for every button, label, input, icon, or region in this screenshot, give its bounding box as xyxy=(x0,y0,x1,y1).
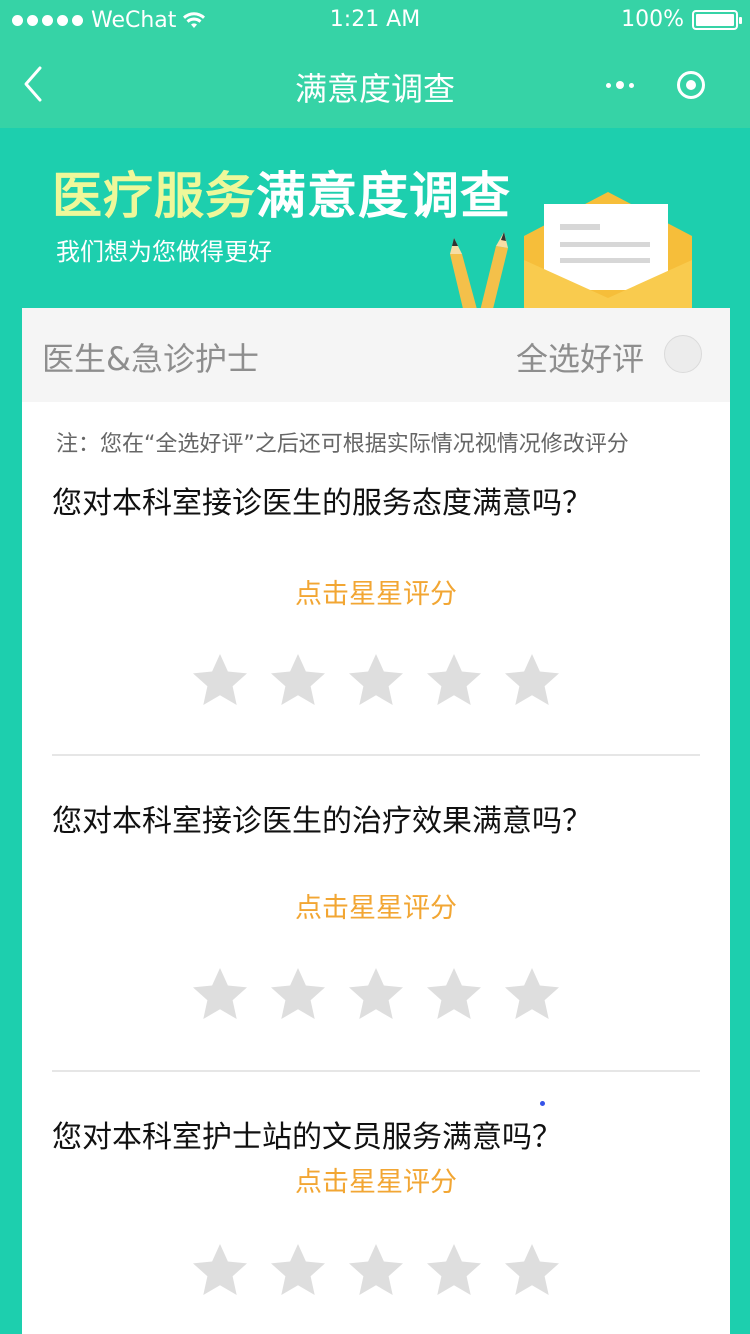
more-menu-button[interactable] xyxy=(584,62,655,108)
close-miniprogram-button[interactable] xyxy=(655,62,726,108)
miniprogram-capsule xyxy=(584,62,726,108)
star-rating[interactable] xyxy=(52,964,700,1028)
question-block: 您对本科室接诊医生的治疗效果满意吗？ 点击星星评分 xyxy=(52,796,700,1019)
star-icon[interactable] xyxy=(266,1240,330,1304)
target-icon xyxy=(676,71,705,99)
more-dot-icon xyxy=(628,82,634,88)
banner-subtitle: 我们想为您做得更好 xyxy=(56,238,272,266)
survey-banner: 医疗服务满意度调查 我们想为您做得更好 xyxy=(0,128,750,313)
divider xyxy=(52,1070,700,1072)
star-icon[interactable] xyxy=(500,1240,564,1304)
question-text: 您对本科室接诊医生的服务态度满意吗？ xyxy=(52,486,592,521)
banner-title-highlight: 医疗服务 xyxy=(52,167,256,225)
envelope-icon xyxy=(524,192,692,313)
status-bar: WeChat 1:21 AM 100% xyxy=(0,0,750,40)
rating-hint: 点击星星评分 xyxy=(295,893,457,924)
star-icon[interactable] xyxy=(344,650,408,714)
star-icon[interactable] xyxy=(422,650,486,714)
envelope-pencil-illustration xyxy=(450,192,692,313)
more-dot-icon xyxy=(615,81,624,89)
survey-note: 注：您在“全选好评”之后还可根据实际情况视情况修改评分 xyxy=(56,432,629,457)
pencil-icon xyxy=(450,238,478,313)
question-block: 您对本科室护士站的文员服务满意吗？ 点击星星评分 xyxy=(52,1112,700,1295)
star-icon[interactable] xyxy=(188,964,252,1028)
select-all-radio[interactable] xyxy=(664,335,702,373)
rating-hint: 点击星星评分 xyxy=(295,579,457,610)
section-title: 医生&急诊护士 xyxy=(42,340,259,378)
star-icon[interactable] xyxy=(422,964,486,1028)
star-icon[interactable] xyxy=(344,964,408,1028)
star-rating[interactable] xyxy=(52,1240,700,1304)
question-block: 您对本科室接诊医生的服务态度满意吗？ 点击星星评分 xyxy=(52,478,700,705)
survey-card: 医生&急诊护士 全选好评 注：您在“全选好评”之后还可根据实际情况视情况修改评分… xyxy=(22,308,730,1334)
pencil-icon xyxy=(480,232,508,313)
rating-hint: 点击星星评分 xyxy=(295,1167,457,1198)
question-text: 您对本科室接诊医生的治疗效果满意吗？ xyxy=(52,804,592,839)
divider xyxy=(52,754,700,756)
select-all-label[interactable]: 全选好评 xyxy=(516,334,644,380)
question-text: 您对本科室护士站的文员服务满意吗？ xyxy=(52,1120,562,1155)
more-dot-icon xyxy=(605,82,611,88)
star-icon[interactable] xyxy=(422,1240,486,1304)
star-icon[interactable] xyxy=(500,650,564,714)
star-icon[interactable] xyxy=(188,1240,252,1304)
star-icon[interactable] xyxy=(266,964,330,1028)
section-header: 医生&急诊护士 全选好评 xyxy=(22,308,730,402)
star-icon[interactable] xyxy=(266,650,330,714)
star-rating[interactable] xyxy=(52,650,700,714)
star-icon[interactable] xyxy=(344,1240,408,1304)
touch-indicator xyxy=(540,1101,545,1106)
battery-icon xyxy=(692,9,742,30)
star-icon[interactable] xyxy=(188,650,252,714)
status-right: 100% xyxy=(621,7,742,32)
battery-percent: 100% xyxy=(621,7,684,32)
star-icon[interactable] xyxy=(500,964,564,1028)
nav-bar: 满意度调查 xyxy=(0,40,750,128)
